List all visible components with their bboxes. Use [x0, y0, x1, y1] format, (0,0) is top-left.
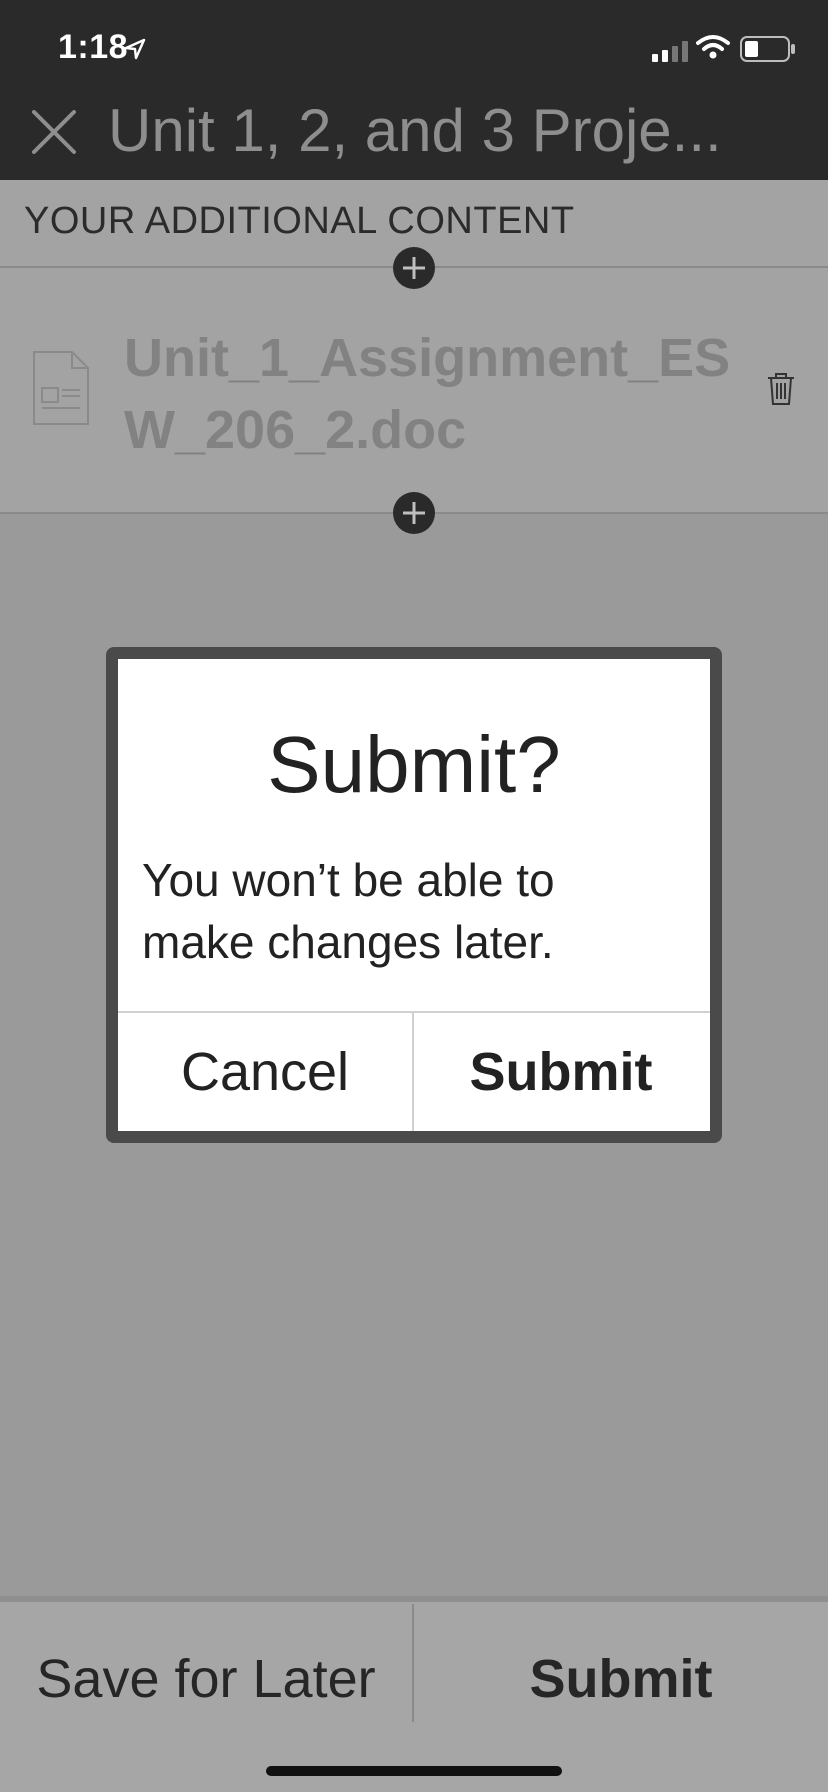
close-button[interactable]: [22, 100, 86, 164]
plus-icon: [403, 502, 425, 524]
dialog-message: You won’t be able to make changes later.: [142, 854, 555, 968]
section-label: YOUR ADDITIONAL CONTENT: [24, 200, 575, 242]
submit-button[interactable]: Submit: [414, 1636, 828, 1722]
dialog-title: Submit?: [267, 720, 561, 809]
status-time: 1:18: [58, 28, 129, 66]
add-content-button[interactable]: [393, 247, 435, 289]
bottom-action-bar: Save for Later Submit: [0, 1596, 828, 1792]
cellular-signal-icon: [652, 40, 690, 67]
dialog-body: Submit? You won’t be able to make change…: [118, 659, 710, 1131]
submit-dialog: Submit? You won’t be able to make change…: [106, 647, 722, 1143]
page-title: Unit 1, 2, and 3 Proje...: [108, 97, 722, 164]
location-arrow-icon: [124, 38, 146, 65]
save-for-later-button[interactable]: Save for Later: [0, 1636, 412, 1722]
document-file-icon: [32, 350, 90, 431]
app-header: 1:18 Unit 1, 2, and 3 Proje...: [0, 0, 828, 180]
file-name[interactable]: Unit_1_Assignment_ESW_206_2.doc: [124, 322, 764, 466]
trash-icon[interactable]: [766, 372, 796, 411]
battery-icon: [740, 36, 796, 67]
plus-icon: [403, 257, 425, 279]
dialog-cancel-button[interactable]: Cancel: [118, 1013, 412, 1131]
divider: [0, 1596, 828, 1602]
home-indicator[interactable]: [266, 1766, 562, 1776]
add-content-button[interactable]: [393, 492, 435, 534]
wifi-icon: [696, 34, 730, 65]
close-icon: [32, 110, 76, 154]
dialog-submit-button[interactable]: Submit: [414, 1013, 708, 1131]
